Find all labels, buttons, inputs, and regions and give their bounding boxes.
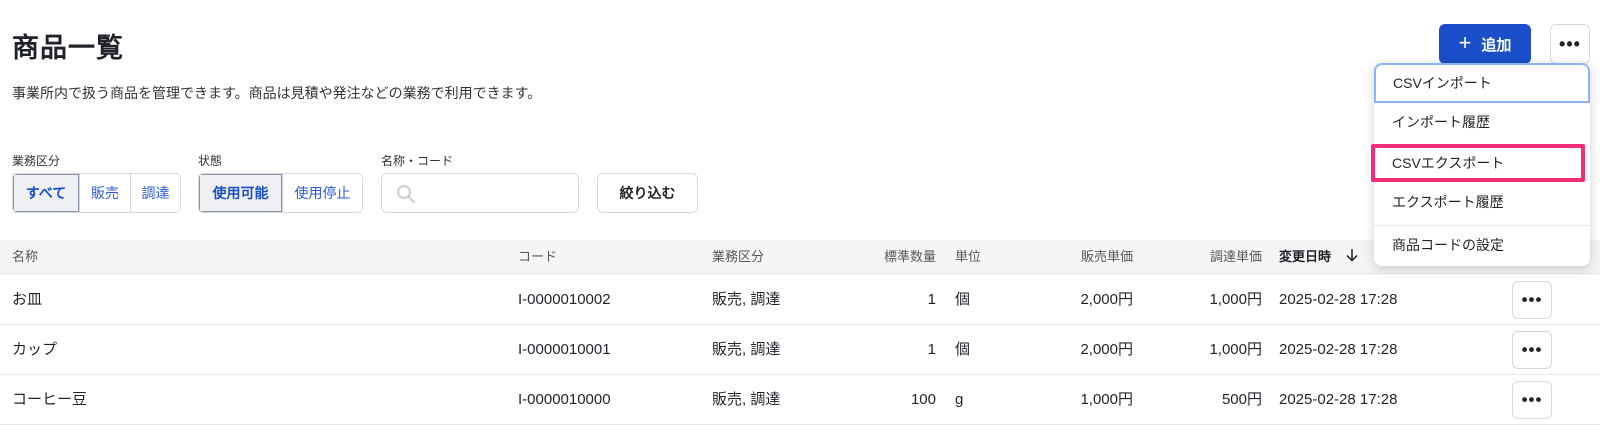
column-header-code: コード (518, 249, 558, 264)
cell-purchase-price: 1,000円 (1209, 291, 1262, 308)
column-header-purchase-price: 調達単価 (1209, 249, 1262, 264)
business-type-option-sales[interactable]: 販売 (79, 174, 130, 212)
cell-unit: 個 (955, 291, 971, 308)
cell-updated-at: 2025-02-28 17:28 (1279, 391, 1398, 408)
row-more-button[interactable]: ••• (1512, 281, 1552, 319)
cell-business-type: 販売, 調達 (712, 291, 781, 308)
cell-name: お皿 (12, 291, 43, 308)
name-code-filter-label: 名称・コード (381, 154, 454, 168)
cell-code: I-0000010002 (518, 291, 611, 308)
column-header-business-type: 業務区分 (712, 249, 765, 264)
add-button[interactable]: + 追加 (1439, 24, 1531, 64)
cell-purchase-price: 500円 (1221, 391, 1262, 408)
add-button-label: 追加 (1481, 36, 1512, 54)
status-filter-label: 状態 (198, 154, 223, 168)
cell-updated-at: 2025-02-28 17:28 (1279, 291, 1398, 308)
status-option-stopped[interactable]: 使用停止 (282, 174, 362, 212)
status-filter: 使用可能 使用停止 (198, 173, 363, 213)
cell-standard-qty: 1 (927, 341, 936, 358)
business-type-filter: すべて 販売 調達 (12, 173, 181, 213)
page-description: 事業所内で扱う商品を管理できます。商品は見積や発注などの業務で利用できます。 (12, 85, 542, 101)
menu-item-export-history[interactable]: エクスポート履歴 (1374, 183, 1590, 223)
row-more-button[interactable]: ••• (1512, 381, 1552, 419)
plus-icon: + (1458, 30, 1472, 55)
narrow-down-button[interactable]: 絞り込む (597, 173, 698, 213)
business-type-filter-label: 業務区分 (12, 154, 61, 168)
cell-standard-qty: 100 (910, 391, 936, 408)
table-row[interactable]: カップ I-0000010001 販売, 調達 1 個 2,000円 1,000円 2025-… (0, 325, 1600, 375)
business-type-option-purchase[interactable]: 調達 (130, 174, 180, 212)
cell-name: コーヒー豆 (12, 391, 88, 408)
cell-sales-price: 2,000円 (1080, 291, 1133, 308)
cell-business-type: 販売, 調達 (712, 391, 781, 408)
column-header-unit: 単位 (955, 249, 982, 264)
name-code-search-input[interactable] (424, 182, 572, 206)
more-actions-button[interactable]: ••• (1550, 24, 1590, 64)
business-type-option-all[interactable]: すべて (13, 174, 79, 212)
column-header-sales-price: 販売単価 (1080, 249, 1133, 264)
search-icon (397, 185, 415, 203)
menu-item-product-code-settings[interactable]: 商品コードの設定 (1374, 226, 1590, 266)
cell-purchase-price: 1,000円 (1209, 341, 1262, 358)
column-header-updated-at-label: 変更日時 (1279, 249, 1332, 264)
table-row[interactable]: お皿 I-0000010002 販売, 調達 1 個 2,000円 1,000円 2025-0… (0, 275, 1600, 325)
page-title: 商品一覧 (12, 33, 124, 63)
column-header-updated-at[interactable]: 変更日時 (1279, 240, 1359, 274)
column-header-standard-qty: 標準数量 (883, 249, 936, 264)
status-option-available[interactable]: 使用可能 (199, 174, 282, 212)
arrow-down-icon (1346, 249, 1358, 262)
more-actions-dropdown-menu: CSVインポート インポート履歴 CSVエクスポート エクスポート履歴 商品コー… (1371, 63, 1590, 266)
column-header-name: 名称 (12, 249, 39, 264)
cell-unit: g (955, 391, 964, 408)
row-more-button[interactable]: ••• (1512, 331, 1552, 369)
name-code-search-box (381, 173, 579, 213)
cell-code: I-0000010000 (518, 391, 611, 408)
cell-name: カップ (12, 341, 58, 358)
cell-standard-qty: 1 (927, 291, 936, 308)
cell-business-type: 販売, 調達 (712, 341, 781, 358)
cell-code: I-0000010001 (518, 341, 611, 358)
cell-sales-price: 1,000円 (1080, 391, 1133, 408)
cell-unit: 個 (955, 341, 971, 358)
table-header: 名称 コード 業務区分 標準数量 単位 販売単価 調達単価 変更日時 (0, 240, 1600, 274)
cell-sales-price: 2,000円 (1080, 341, 1133, 358)
cell-updated-at: 2025-02-28 17:28 (1279, 341, 1398, 358)
menu-item-csv-export[interactable]: CSVエクスポート (1371, 144, 1585, 182)
menu-item-csv-import[interactable]: CSVインポート (1374, 63, 1590, 103)
menu-item-import-history[interactable]: インポート履歴 (1374, 103, 1590, 143)
table-row[interactable]: コーヒー豆 I-0000010000 販売, 調達 100 g 1,000円 500円 202… (0, 375, 1600, 425)
